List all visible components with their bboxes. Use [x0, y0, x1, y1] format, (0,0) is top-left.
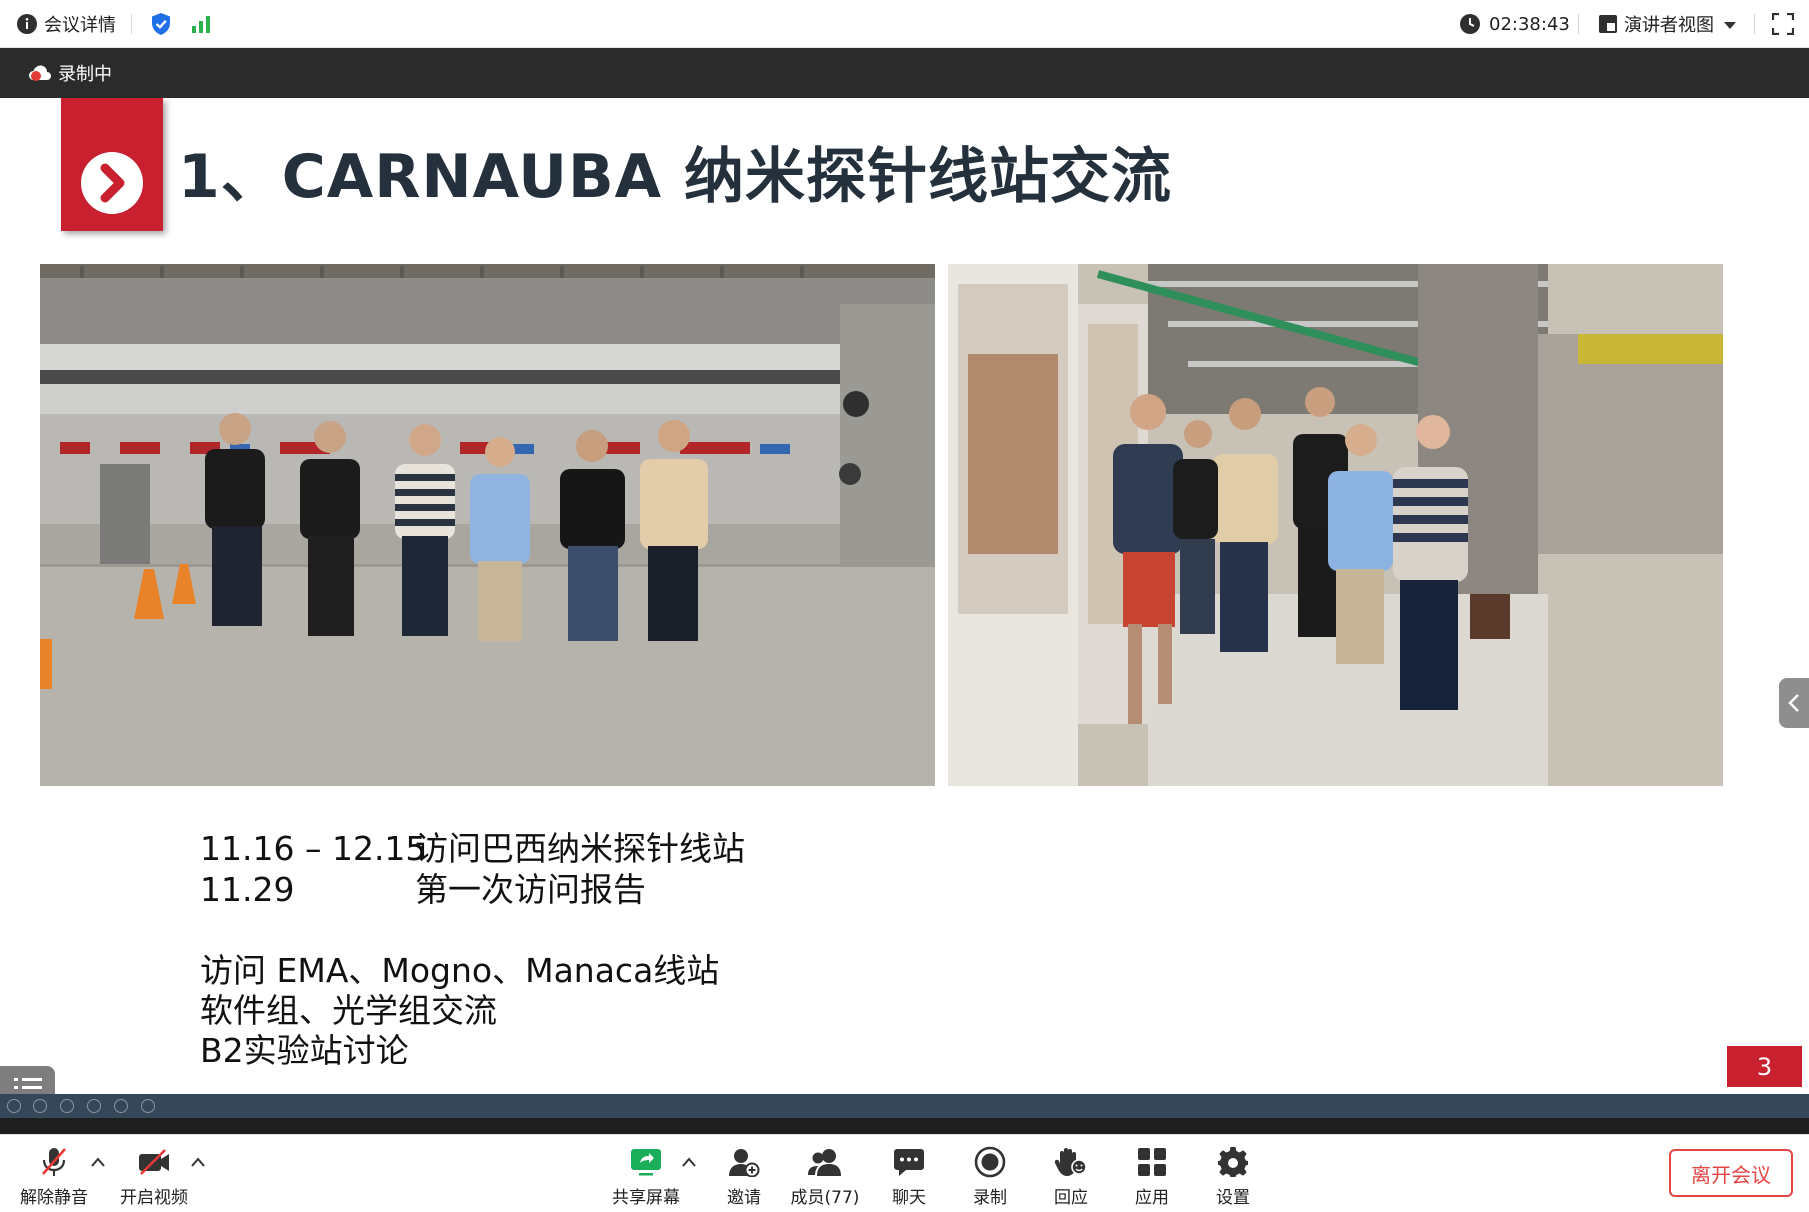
- note-line: 访问 EMA、Mogno、Manaca线站: [200, 951, 720, 990]
- slide-page-number: 3: [1727, 1046, 1802, 1087]
- meeting-details-button[interactable]: 会议详情: [16, 0, 116, 48]
- schedule-row: 11.16 – 12.15 访问巴西纳米探针线站: [200, 828, 745, 869]
- share-screen-label: 共享屏幕: [612, 1188, 680, 1208]
- record-icon: [974, 1145, 1006, 1179]
- cloud-record-icon: [28, 64, 52, 82]
- recording-status-bar: 录制中: [0, 48, 1809, 98]
- schedule-row: 11.29 第一次访问报告: [200, 869, 646, 910]
- notes-block: 访问 EMA、Mogno、Manaca线站 软件组、光学组交流 B2实验站讨论: [200, 951, 719, 1071]
- apps-button[interactable]: 应用: [1120, 1135, 1184, 1212]
- separator: [1754, 14, 1755, 34]
- divider-bar: [0, 1118, 1809, 1134]
- list-icon: [13, 1077, 42, 1094]
- clock-icon: [1459, 13, 1481, 35]
- apps-label: 应用: [1135, 1188, 1169, 1208]
- chevron-down-icon: [1724, 14, 1736, 35]
- settings-label: 设置: [1216, 1188, 1250, 1208]
- share-screen-icon: [629, 1145, 663, 1179]
- share-options-chevron-up-icon[interactable]: [682, 1155, 696, 1171]
- collapse-sidebar-button[interactable]: [1779, 678, 1809, 728]
- meeting-details-label: 会议详情: [44, 15, 116, 36]
- audio-options-chevron-up-icon[interactable]: [91, 1155, 105, 1171]
- schedule-lines: 11.16 – 12.15 访问巴西纳米探针线站 11.29 第一次访问报告: [200, 828, 745, 910]
- apps-grid-icon: [1137, 1145, 1167, 1179]
- invite-label: 邀请: [727, 1188, 761, 1208]
- info-icon: [16, 13, 38, 35]
- mic-muted-icon: [39, 1145, 69, 1179]
- share-screen-button[interactable]: 共享屏幕: [606, 1135, 686, 1212]
- more-icon[interactable]: [141, 1099, 155, 1113]
- next-slide-icon[interactable]: [33, 1099, 47, 1113]
- meeting-window: 会议详情 02:38:43 演讲者视图 录制中 1、CARNAUBA 纳米探针线…: [0, 0, 1809, 1212]
- reactions-label: 回应: [1054, 1188, 1088, 1208]
- schedule-date: 11.29: [200, 870, 295, 909]
- add-user-icon: [728, 1145, 760, 1179]
- camera-off-icon: [137, 1145, 171, 1179]
- meeting-timer: 02:38:43: [1459, 0, 1570, 48]
- presentation-slide: 1、CARNAUBA 纳米探针线站交流 11.16 – 12.15 访问巴西纳米…: [0, 98, 1809, 1094]
- fullscreen-icon[interactable]: [1772, 0, 1794, 48]
- recording-indicator[interactable]: 录制中: [28, 48, 112, 98]
- leave-meeting-button[interactable]: 离开会议: [1669, 1149, 1793, 1197]
- corridor-walking-photo: [948, 264, 1723, 786]
- top-bar: 会议详情 02:38:43 演讲者视图: [0, 0, 1809, 48]
- timer-text: 02:38:43: [1489, 13, 1570, 35]
- separator: [1578, 14, 1579, 34]
- members-button[interactable]: 成员(77): [785, 1135, 865, 1212]
- slides-grid-icon[interactable]: [87, 1099, 101, 1113]
- recording-label: 录制中: [58, 64, 112, 85]
- slide-title: 1、CARNAUBA 纳米探针线站交流: [178, 142, 1172, 212]
- view-mode-label: 演讲者视图: [1624, 15, 1714, 36]
- view-mode-dropdown[interactable]: 演讲者视图: [1598, 0, 1736, 48]
- start-video-label: 开启视频: [120, 1188, 188, 1208]
- slideshow-controls: [0, 1094, 1809, 1118]
- members-label: 成员(77): [790, 1188, 860, 1208]
- chat-label: 聊天: [892, 1188, 926, 1208]
- gear-icon: [1217, 1145, 1249, 1179]
- schedule-event: 访问巴西纳米探针线站: [415, 829, 745, 868]
- raise-hand-icon: [1054, 1145, 1088, 1179]
- bottom-toolbar: 解除静音 开启视频 共享屏幕 邀请 成员(77) 聊天 录制 回应 应用 设置 …: [0, 1134, 1809, 1212]
- chevron-left-icon: [1788, 693, 1800, 713]
- reactions-button[interactable]: 回应: [1039, 1135, 1103, 1212]
- group-photo-hall: [40, 264, 935, 786]
- video-options-chevron-up-icon[interactable]: [191, 1155, 205, 1171]
- members-icon: [807, 1145, 843, 1179]
- layout-icon: [1598, 14, 1618, 34]
- security-shield-icon[interactable]: [150, 0, 172, 48]
- chevron-right-icon: [81, 152, 143, 214]
- start-video-button[interactable]: 开启视频: [116, 1135, 192, 1212]
- zoom-icon[interactable]: [114, 1099, 128, 1113]
- slide-list-button[interactable]: [0, 1066, 55, 1094]
- record-button[interactable]: 录制: [958, 1135, 1022, 1212]
- schedule-date: 11.16 – 12.15: [200, 829, 427, 868]
- title-badge: [61, 98, 163, 231]
- note-line: B2实验站讨论: [200, 1031, 409, 1070]
- record-label: 录制: [973, 1188, 1007, 1208]
- unmute-button[interactable]: 解除静音: [16, 1135, 92, 1212]
- settings-button[interactable]: 设置: [1201, 1135, 1265, 1212]
- chat-icon: [893, 1145, 925, 1179]
- pen-icon[interactable]: [60, 1099, 74, 1113]
- chat-button[interactable]: 聊天: [877, 1135, 941, 1212]
- schedule-event: 第一次访问报告: [415, 870, 646, 909]
- unmute-label: 解除静音: [20, 1188, 88, 1208]
- invite-button[interactable]: 邀请: [712, 1135, 776, 1212]
- signal-strength-icon[interactable]: [191, 0, 213, 48]
- note-line: 软件组、光学组交流: [200, 991, 497, 1030]
- previous-slide-icon[interactable]: [7, 1099, 21, 1113]
- separator: [131, 14, 132, 34]
